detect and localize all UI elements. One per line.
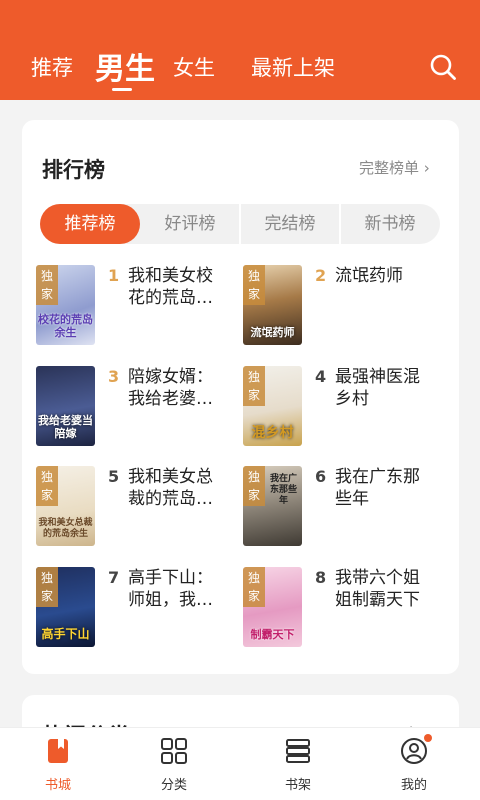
book-item[interactable]: 我给老婆当陪嫁 3 陪嫁女婿：我给老婆… xyxy=(36,366,236,450)
tab-female[interactable]: 女生 xyxy=(173,52,215,82)
segment-recommend[interactable]: 推荐榜 xyxy=(40,204,140,244)
book-item[interactable]: 独家 混乡村 4 最强神医混乡村 xyxy=(243,366,443,450)
bottom-nav: 书城 分类 书架 我的 xyxy=(0,727,480,800)
cover-title: 我在广东那些年 xyxy=(269,474,297,506)
tab-recommend[interactable]: 推荐 xyxy=(31,52,73,82)
top-bar: 推荐 男生 女生 最新上架 xyxy=(0,0,480,100)
book-item[interactable]: 独家 我和美女总裁的荒岛余生 5 我和美女总裁的荒岛… xyxy=(36,466,236,550)
rank-number: 1 xyxy=(108,266,120,285)
ranking-card: 排行榜 完整榜单 › 推荐榜 好评榜 完结榜 新书榜 独家 校花的荒岛余生 1 … xyxy=(22,120,459,674)
exclusive-tag: 独家 xyxy=(243,265,265,305)
nav-category-label: 分类 xyxy=(160,778,187,793)
nav-category[interactable]: 分类 xyxy=(134,728,214,800)
book-title[interactable]: 流氓药师 xyxy=(335,265,431,287)
book-title[interactable]: 最强神医混乡村 xyxy=(335,366,431,410)
bookshelf-icon xyxy=(286,739,310,763)
notification-dot xyxy=(424,734,432,742)
exclusive-tag: 独家 xyxy=(36,466,58,506)
segment-new[interactable]: 新书榜 xyxy=(340,204,440,244)
rank-number: 8 xyxy=(315,568,327,587)
tab-male[interactable]: 男生 xyxy=(95,44,155,88)
rank-number: 6 xyxy=(315,467,327,486)
nav-bookshelf[interactable]: 书架 xyxy=(258,728,338,800)
cover-title: 我和美女总裁的荒岛余生 xyxy=(38,518,93,539)
rank-number: 4 xyxy=(315,367,327,386)
book-cover[interactable]: 独家 流氓药师 xyxy=(243,265,302,345)
cover-title: 我给老婆当陪嫁 xyxy=(38,414,93,440)
book-item[interactable]: 独家 流氓药师 2 流氓药师 xyxy=(243,265,443,349)
book-item[interactable]: 独家 高手下山 7 高手下山：师姐，我… xyxy=(36,567,236,651)
cover-title: 校花的荒岛余生 xyxy=(38,313,93,339)
nav-bookstore[interactable]: 书城 xyxy=(18,728,98,800)
book-title[interactable]: 我和美女总裁的荒岛… xyxy=(128,466,224,510)
nav-bookshelf-label: 书架 xyxy=(284,778,311,793)
segment-completed[interactable]: 完结榜 xyxy=(240,204,340,244)
book-cover[interactable]: 独家 高手下山 xyxy=(36,567,95,647)
full-ranking-link[interactable]: 完整榜单 › xyxy=(359,157,430,178)
book-item[interactable]: 独家 校花的荒岛余生 1 我和美女校花的荒岛… xyxy=(36,265,236,349)
book-cover[interactable]: 独家 混乡村 xyxy=(243,366,302,446)
active-tab-indicator xyxy=(112,88,132,91)
tab-new-releases[interactable]: 最新上架 xyxy=(251,52,335,82)
cover-title: 流氓药师 xyxy=(250,326,295,339)
nav-profile-label: 我的 xyxy=(400,778,427,793)
book-cover[interactable]: 独家 制霸天下 xyxy=(243,567,302,647)
rank-number: 7 xyxy=(108,568,120,587)
rank-number: 3 xyxy=(108,367,120,386)
profile-icon xyxy=(401,738,427,764)
rank-number: 2 xyxy=(315,266,327,285)
segment-top-rated[interactable]: 好评榜 xyxy=(140,204,240,244)
search-icon[interactable] xyxy=(429,53,457,81)
rank-number: 5 xyxy=(108,467,120,486)
exclusive-tag: 独家 xyxy=(243,567,265,607)
exclusive-tag: 独家 xyxy=(36,567,58,607)
book-title[interactable]: 陪嫁女婿：我给老婆… xyxy=(128,366,224,410)
nav-profile[interactable]: 我的 xyxy=(374,728,454,800)
book-cover[interactable]: 独家 我在广东那些年 xyxy=(243,466,302,546)
exclusive-tag: 独家 xyxy=(243,366,265,406)
book-title[interactable]: 我带六个姐姐制霸天下 xyxy=(335,567,431,611)
ranking-title: 排行榜 xyxy=(42,158,105,182)
ranking-segment-bar: 推荐榜 好评榜 完结榜 新书榜 xyxy=(40,204,440,244)
book-cover[interactable]: 独家 校花的荒岛余生 xyxy=(36,265,95,345)
book-title[interactable]: 我和美女校花的荒岛… xyxy=(128,265,224,309)
book-title[interactable]: 我在广东那些年 xyxy=(335,466,431,510)
book-title[interactable]: 高手下山：师姐，我… xyxy=(128,567,224,611)
cover-title: 混乡村 xyxy=(251,425,294,441)
bookstore-icon xyxy=(48,739,68,763)
book-item[interactable]: 独家 我在广东那些年 6 我在广东那些年 xyxy=(243,466,443,550)
exclusive-tag: 独家 xyxy=(243,466,265,506)
nav-bookstore-label: 书城 xyxy=(44,778,71,793)
category-grid-icon xyxy=(161,738,187,764)
cover-title: 制霸天下 xyxy=(250,628,295,641)
book-item[interactable]: 独家 制霸天下 8 我带六个姐姐制霸天下 xyxy=(243,567,443,651)
book-cover[interactable]: 独家 我和美女总裁的荒岛余生 xyxy=(36,466,95,546)
exclusive-tag: 独家 xyxy=(36,265,58,305)
book-cover[interactable]: 我给老婆当陪嫁 xyxy=(36,366,95,446)
cover-title: 高手下山 xyxy=(41,627,90,641)
